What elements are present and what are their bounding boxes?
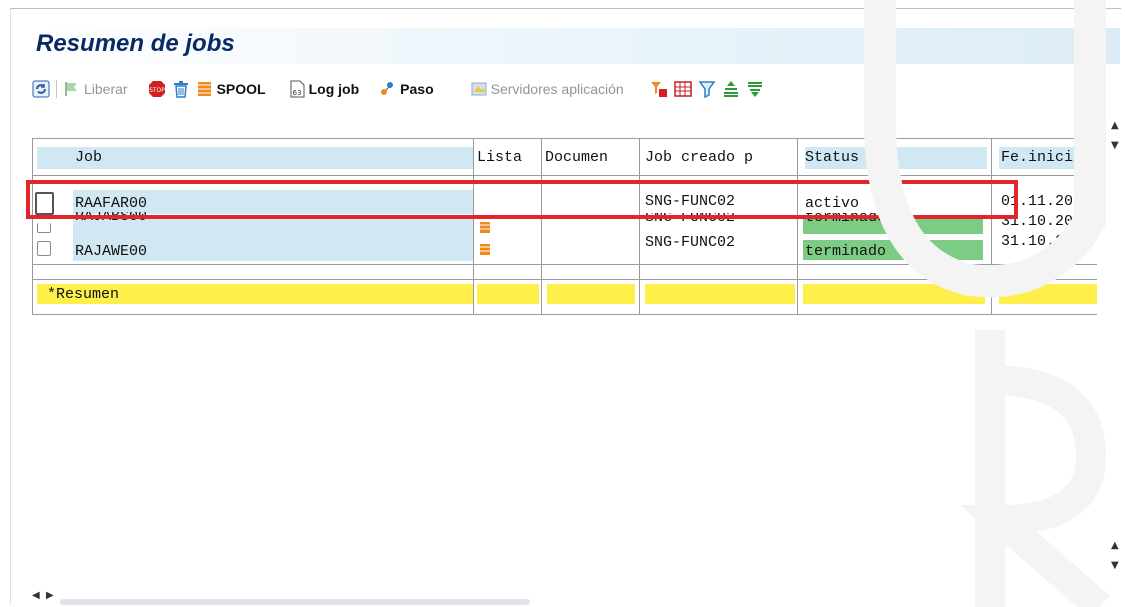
job-table: Job Lista Documen Job creado p Status Fe… (32, 138, 1097, 315)
summary-row-label: *Resumen (47, 286, 120, 303)
table-row-job[interactable]: RAJAWE00 (75, 242, 275, 261)
filter-red-button[interactable] (650, 80, 668, 98)
table-row-fecha: 01.11.20 (1001, 193, 1074, 210)
release-label: Liberar (84, 81, 128, 97)
log-icon: 63 (288, 80, 306, 98)
summary-bg (645, 284, 795, 304)
row-checkbox[interactable] (37, 241, 51, 256)
horizontal-scrollbar[interactable] (60, 599, 530, 605)
spool-button[interactable]: SPOOL (196, 80, 266, 98)
table-row-status: terminado (805, 213, 985, 225)
sort-descending-button[interactable] (746, 80, 764, 98)
col-divider (541, 139, 542, 314)
release-button[interactable]: Liberar (63, 80, 128, 98)
sort-ascending-button[interactable] (722, 80, 740, 98)
table-row-creado-text: SNG-FUNC02 (645, 213, 736, 225)
spool-label: SPOOL (216, 81, 266, 97)
funnel-icon (698, 80, 716, 99)
refresh-icon (32, 80, 50, 98)
server-icon (470, 80, 488, 98)
job-log-label: Log job (308, 81, 360, 97)
table-row-job-text: RAJABS00 (75, 212, 148, 225)
summary-bg (999, 284, 1097, 304)
col-header-fecha[interactable]: Fe.inici (1001, 148, 1097, 167)
col-divider (797, 139, 798, 314)
header-divider (33, 175, 1097, 176)
spool-list-icon[interactable] (479, 220, 491, 234)
sort-descending-icon (746, 80, 764, 98)
col-divider (473, 139, 474, 314)
grid-button[interactable] (673, 80, 692, 98)
delete-button[interactable] (172, 80, 190, 98)
grid-icon (673, 80, 692, 98)
col-header-job[interactable]: Job (75, 148, 275, 167)
table-row-creado: SNG-FUNC02 (645, 193, 736, 210)
scroll-left-icon[interactable]: ◀ (32, 590, 40, 601)
funnel-button[interactable] (698, 80, 716, 99)
job-log-button[interactable]: 63 Log job (288, 80, 360, 98)
table-row-fecha: 31.10.20 (1001, 233, 1074, 250)
app-servers-button[interactable]: Servidores aplicación (470, 80, 624, 98)
step-icon (379, 80, 397, 98)
table-row-fecha: 31.10.20 (1001, 213, 1074, 230)
summary-bg (547, 284, 635, 304)
rows-divider (33, 264, 1097, 265)
trash-icon (172, 80, 190, 98)
toolbar-separator (56, 80, 57, 98)
table-row-status: terminado (805, 243, 887, 260)
table-row-creado: SNG-FUNC02 (645, 234, 736, 251)
table-row-job[interactable]: RAAFAR00 (75, 194, 275, 213)
sort-ascending-icon (722, 80, 740, 98)
table-row-job[interactable]: RAJABS00 (75, 212, 275, 225)
svg-text:63: 63 (292, 89, 301, 97)
col-divider (991, 139, 992, 314)
scroll-up-icon[interactable]: ▲ (1111, 120, 1119, 131)
summary-divider (33, 279, 1097, 280)
col-header-creado[interactable]: Job creado p (645, 148, 795, 167)
scroll-up-icon[interactable]: ▲ (1111, 540, 1119, 551)
col-divider (639, 139, 640, 314)
col-header-lista[interactable]: Lista (477, 148, 541, 167)
svg-text:STOP: STOP (149, 87, 165, 94)
stop-icon: STOP (148, 80, 166, 98)
summary-bg (477, 284, 539, 304)
table-row-status-text: terminado (805, 213, 887, 225)
table-row-creado: SNG-FUNC02 (645, 213, 795, 225)
row-checkbox[interactable] (37, 223, 51, 233)
col-header-documen[interactable]: Documen (545, 148, 639, 167)
scroll-left-icon[interactable]: ◀ (1066, 590, 1074, 601)
col-header-status[interactable]: Status (805, 148, 985, 167)
spool-icon (196, 80, 214, 98)
row-checkbox[interactable] (35, 192, 54, 215)
spool-list-icon[interactable] (479, 242, 491, 256)
scroll-right-icon[interactable]: ▶ (1080, 590, 1088, 601)
table-row-status: activo (805, 195, 860, 212)
filter-red-icon (650, 80, 668, 98)
flag-icon (63, 80, 81, 98)
summary-bg (803, 284, 985, 304)
step-label: Paso (400, 81, 434, 97)
toolbar: Liberar STOP SPOOL 63 Log job Paso Servi… (32, 78, 770, 100)
app-servers-label: Servidores aplicación (490, 81, 624, 97)
refresh-button[interactable] (32, 80, 50, 98)
scroll-down-icon[interactable]: ▼ (1111, 560, 1119, 571)
step-button[interactable]: Paso (379, 80, 434, 98)
scroll-right-icon[interactable]: ▶ (46, 590, 54, 601)
page-title: Resumen de jobs (36, 30, 235, 57)
scroll-down-icon[interactable]: ▼ (1111, 140, 1119, 151)
stop-button[interactable]: STOP (148, 80, 166, 98)
